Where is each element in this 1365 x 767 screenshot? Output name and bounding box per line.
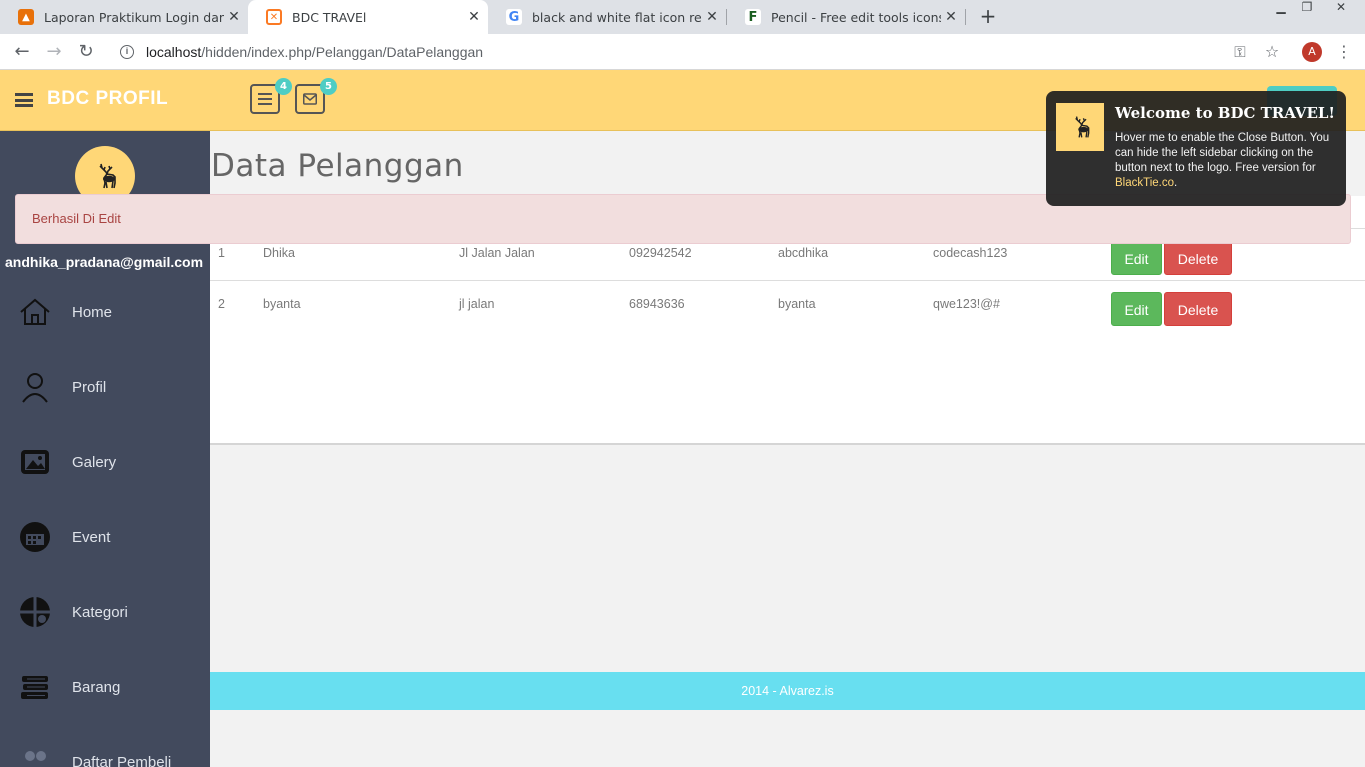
brand-logo[interactable]: BDC PROFIL [47, 88, 168, 110]
welcome-toast[interactable]: Welcome to BDC TRAVEL! Hover me to enabl… [1046, 91, 1346, 206]
close-icon[interactable]: ✕ [464, 9, 484, 25]
cell-no: 2 [218, 297, 225, 311]
menu-kebab-icon[interactable]: ⋮ [1332, 40, 1356, 64]
close-icon[interactable]: ✕ [941, 9, 961, 25]
sidebar-item-label: Home [72, 303, 113, 321]
user-icon [22, 373, 48, 403]
edit-button[interactable]: Edit [1111, 241, 1162, 275]
sidebar-item-barang[interactable]: Barang [0, 662, 210, 712]
browser-tab-google[interactable]: G black and white flat icon register ✕ [488, 0, 726, 34]
cell-password: codecash123 [933, 246, 1008, 260]
new-tab-button[interactable]: + [976, 4, 1000, 28]
star-icon[interactable]: ☆ [1260, 40, 1284, 64]
sidebar-item-daftar-pembeli[interactable]: Daftar Pembeli [0, 737, 210, 767]
browser-tab-laporan[interactable]: ▲ Laporan Praktikum Login dan CR ✕ [0, 0, 248, 34]
row-divider [210, 280, 1365, 281]
cell-telp: 092942542 [629, 246, 692, 260]
orange-doc-icon: ▲ [18, 9, 34, 25]
toast-text-end: . [1174, 177, 1178, 189]
flaticon-icon: F [745, 9, 761, 25]
tab-title: BDC TRAVEl [292, 9, 367, 25]
cell-nama: byanta [263, 297, 301, 311]
deer-icon [1075, 116, 1090, 138]
sidebar-item-label: Event [72, 528, 111, 546]
close-icon[interactable]: ✕ [224, 9, 244, 25]
mail-badge: 5 [320, 78, 337, 95]
browser-tabstrip: ▲ Laporan Praktikum Login dan CR ✕ ✕ BDC… [0, 0, 1365, 34]
books-icon [21, 676, 48, 699]
page-title: Data Pelanggan [211, 148, 464, 184]
toast-image [1056, 103, 1104, 151]
tab-title: Laporan Praktikum Login dan CR [44, 9, 224, 25]
toast-title: Welcome to BDC TRAVEL! [1115, 104, 1336, 122]
window-close-icon[interactable]: ✕ [1328, 0, 1354, 20]
envelope-icon [303, 93, 317, 105]
home-icon [20, 298, 50, 325]
cell-alamat: Jl Jalan Jalan [459, 246, 535, 260]
toast-text: Hover me to enable the Close Button. You… [1115, 132, 1330, 174]
sidebar-item-kategori[interactable]: Kategori [0, 587, 210, 637]
users-icon [25, 751, 46, 761]
sidebar-item-home[interactable]: Home [0, 287, 210, 337]
footer: 2014 - Alvarez.is [210, 672, 1365, 710]
cell-nama: Dhika [263, 246, 295, 260]
gallery-icon [21, 450, 49, 474]
edit-button[interactable]: Edit [1111, 292, 1162, 326]
table-row: 2 byanta jl jalan 68943636 byanta qwe123… [210, 285, 1365, 336]
mail-button[interactable]: 5 [295, 78, 337, 114]
toast-body: Hover me to enable the Close Button. You… [1115, 131, 1337, 191]
url-field[interactable]: i localhost/hidden/index.php/Pelanggan/D… [110, 38, 1290, 66]
google-icon: G [506, 9, 522, 25]
cell-password: qwe123!@# [933, 297, 1000, 311]
sidebar-item-galery[interactable]: Galery [0, 437, 210, 487]
cell-username: abcdhika [778, 246, 829, 260]
sidebar-item-label: Daftar Pembeli [72, 753, 172, 767]
blacktie-link[interactable]: BlackTie.co [1115, 177, 1174, 189]
close-icon[interactable]: ✕ [702, 9, 722, 25]
address-bar: ← → ↻ i localhost/hidden/index.php/Pelan… [0, 34, 1365, 70]
xampp-icon: ✕ [266, 9, 282, 25]
url-path: /hidden/index.php/Pelanggan/DataPelangga… [201, 44, 484, 60]
minimize-icon[interactable]: ▁ [1268, 0, 1294, 20]
tasks-badge: 4 [275, 78, 292, 95]
reload-icon[interactable]: ↻ [74, 40, 98, 64]
sidebar-item-label: Profil [72, 378, 107, 396]
sidebar-toggle-icon[interactable] [15, 93, 33, 107]
tasks-icon [258, 93, 272, 105]
calendar-icon [20, 522, 50, 552]
cell-telp: 68943636 [629, 297, 685, 311]
sidebar-item-profil[interactable]: Profil [0, 362, 210, 412]
sidebar-item-label: Barang [72, 678, 121, 696]
deer-icon [99, 163, 116, 189]
browser-tab-pencil[interactable]: F Pencil - Free edit tools icons ✕ [727, 0, 965, 34]
back-icon[interactable]: ← [10, 40, 34, 64]
url-host: localhost [146, 44, 202, 60]
tab-separator [965, 9, 966, 25]
forward-icon[interactable]: → [42, 40, 66, 64]
info-icon[interactable]: i [120, 45, 134, 59]
sidebar-item-label: Galery [72, 453, 117, 471]
sidebar-item-event[interactable]: Event [0, 512, 210, 562]
cell-username: byanta [778, 297, 816, 311]
key-icon[interactable]: ⚿ [1228, 40, 1252, 64]
sidebar-item-label: Kategori [72, 603, 128, 621]
delete-button[interactable]: Delete [1164, 292, 1232, 326]
user-email: andhika_pradana@gmail.com [5, 254, 204, 270]
tab-title: Pencil - Free edit tools icons [771, 9, 941, 25]
browser-tab-bdc-travel[interactable]: ✕ BDC TRAVEl ✕ [248, 0, 488, 34]
tasks-button[interactable]: 4 [250, 78, 292, 114]
category-icon [20, 597, 50, 627]
cell-no: 1 [218, 246, 225, 260]
tab-title: black and white flat icon register [532, 9, 702, 25]
cell-alamat: jl jalan [459, 297, 495, 311]
delete-button[interactable]: Delete [1164, 241, 1232, 275]
profile-avatar[interactable]: A [1302, 42, 1322, 62]
restore-icon[interactable]: ❐ [1294, 0, 1320, 20]
